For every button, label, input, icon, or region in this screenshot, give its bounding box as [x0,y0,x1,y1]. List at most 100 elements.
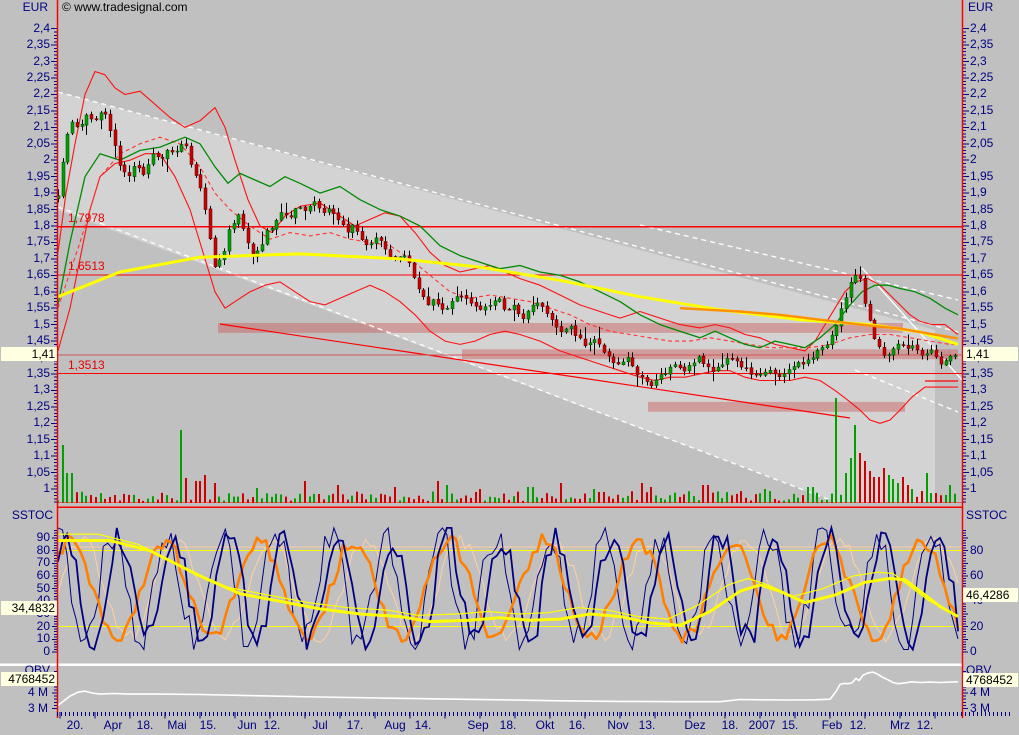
candle-body [185,144,188,146]
candle-body [441,304,444,310]
volume-bar [759,493,761,503]
price-pane[interactable] [57,72,962,504]
candle-body [413,263,416,278]
candle-body [930,350,933,353]
volume-bar [617,495,619,503]
candle-body [902,345,905,346]
volume-bar [81,492,83,503]
volume-bar [498,498,500,503]
volume-bar [565,499,567,503]
volume-bar [831,494,833,503]
volume-bar [802,495,804,503]
volume-bar [147,499,149,503]
volume-bar [332,494,334,503]
volume-bar [646,492,648,503]
candle-body [403,256,406,257]
candle-body [228,230,231,252]
volume-bar [166,495,168,503]
candle-body [337,213,340,220]
candle-body [769,370,772,373]
volume-bar [892,479,894,503]
candle-body [793,366,796,369]
candle-body [854,275,857,282]
candle-body [683,367,686,371]
candle-body [503,299,506,310]
volume-bar [62,445,64,503]
candle-body [702,356,705,364]
volume-bar [247,499,249,503]
candle-body [332,209,335,214]
candle-body [437,299,440,304]
candle-body [778,374,781,376]
candle-body [774,370,777,374]
volume-bar [688,491,690,503]
candle-body [759,374,762,375]
sstoc-pane[interactable] [46,528,962,650]
candle-body [190,146,193,164]
candle-body [513,305,516,310]
candle-body [907,345,910,348]
volume-bar [271,497,273,503]
volume-bar [380,494,382,503]
volume-bar [361,494,363,503]
volume-bar [517,492,519,503]
candle-body [911,346,914,349]
candle-body [470,298,473,304]
volume-bar [940,495,942,503]
volume-bar [873,477,875,503]
volume-bar [285,497,287,503]
obv-pane[interactable] [58,672,958,705]
candle-body [551,313,554,319]
candle-body [347,224,350,232]
volume-bar [788,499,790,503]
volume-bar [266,493,268,503]
candle-body [171,150,174,152]
volume-bar [764,489,766,503]
candle-body [161,157,164,158]
candle-body [209,209,212,239]
candle-body [636,367,639,375]
volume-bar [598,492,600,503]
volume-bar [669,495,671,503]
volume-bar [365,499,367,503]
volume-bar [807,487,809,503]
candle-body [750,368,753,375]
candle-body [707,364,710,367]
candle-body [883,347,886,355]
volume-bar [233,497,235,503]
volume-bar [854,425,856,503]
volume-bar [422,499,424,503]
volume-bar [679,497,681,503]
candle-body [242,214,245,229]
candle-body [62,162,65,196]
candle-body [717,367,720,371]
candle-body [104,112,107,114]
candle-body [318,201,321,208]
candle-body [584,339,587,346]
volume-bar [584,494,586,503]
candle-body [546,306,549,314]
candle-body [721,365,724,367]
chart-canvas[interactable] [0,0,1019,735]
volume-bar [655,495,657,503]
volume-bar [370,495,372,503]
volume-bar [707,485,709,503]
tradesignal-chart-window: © www.tradesignal.com EUR EUR SSTOC SSTO… [0,0,1019,735]
volume-bar [797,498,799,503]
volume-bar [214,483,216,503]
volume-bar [299,494,301,503]
candle-body [195,165,198,176]
volume-bar [85,496,87,503]
volume-bar [717,491,719,503]
volume-bar [921,491,923,503]
candle-body [294,209,297,218]
volume-bar [693,496,695,503]
volume-bar [888,475,890,503]
volume-bar [394,487,396,503]
volume-bar [850,458,852,503]
candle-body [617,362,620,364]
candle-body [90,114,93,119]
candle-body [199,175,202,188]
candle-body [598,339,601,344]
candle-body [570,326,573,328]
